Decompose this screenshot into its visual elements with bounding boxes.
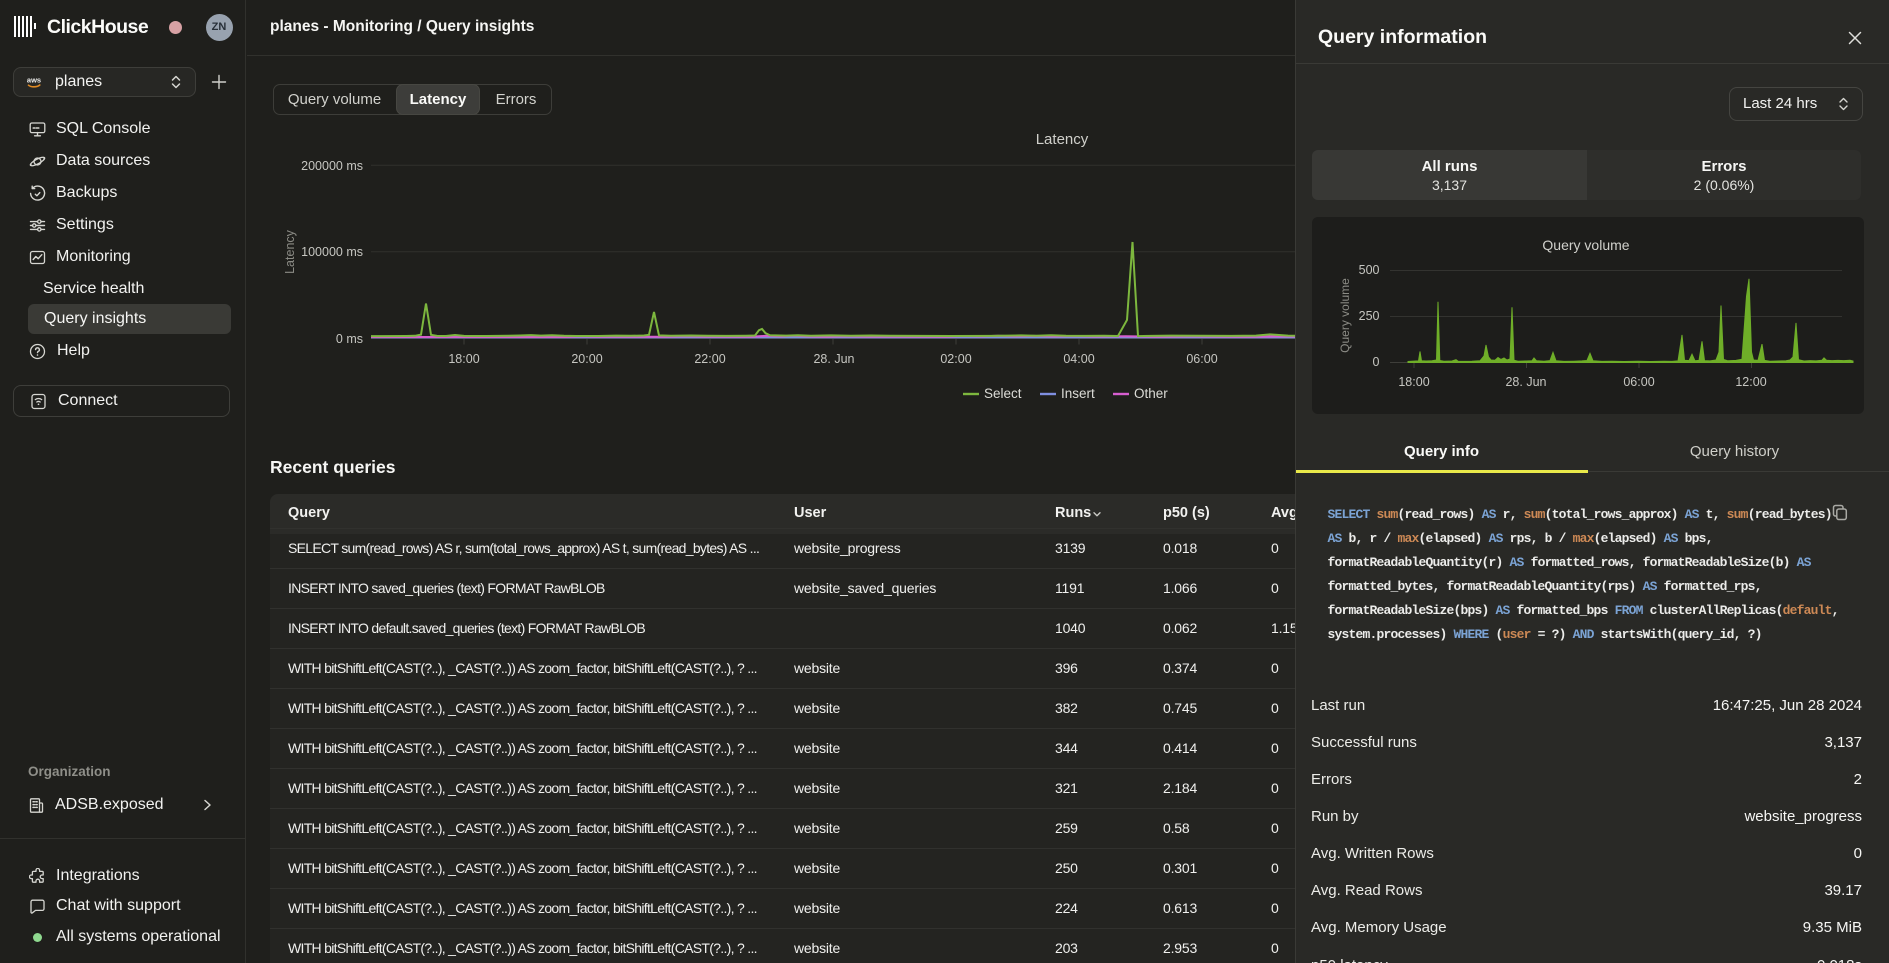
svg-text:aws: aws: [27, 76, 41, 85]
